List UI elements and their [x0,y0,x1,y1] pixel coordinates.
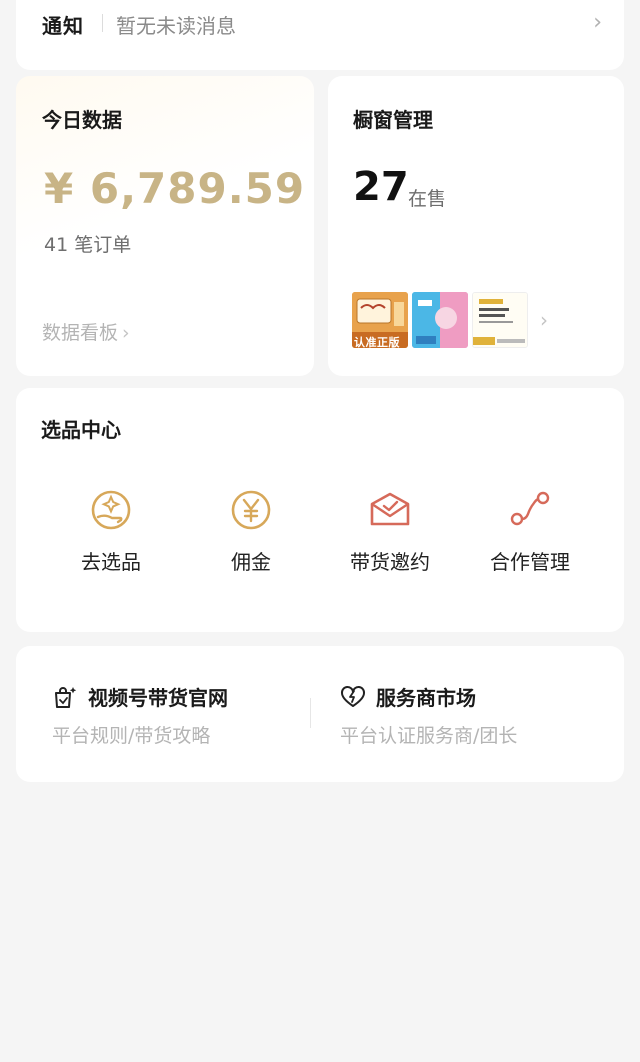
sales-invitation-label: 带货邀约 [350,550,430,574]
divider [102,14,103,32]
channels-sales-official-title: 视频号带货官网 [88,686,228,710]
channels-sales-official-subtitle: 平台规则/带货攻略 [52,725,211,747]
on-sale-label: 在售 [408,188,447,210]
product-thumbnail[interactable] [412,292,468,348]
select-products-button[interactable]: 去选品 [41,488,181,575]
commission-button[interactable]: 佣金 [181,488,321,575]
commission-label: 佣金 [231,550,271,574]
selection-center-card: 选品中心 去选品 佣金 带货邀约 合作管理 [16,388,624,632]
notification-title: 通知 [42,14,84,38]
shopping-bag-sparkle-icon [55,686,77,708]
showcase-title: 橱窗管理 [353,108,433,132]
select-products-label: 去选品 [81,550,141,574]
service-provider-market-title: 服务商市场 [376,686,476,710]
service-provider-market-subtitle: 平台认证服务商/团长 [340,725,518,747]
cooperation-management-button[interactable]: 合作管理 [460,488,600,575]
yen-circle-icon [231,490,271,530]
today-data-title: 今日数据 [42,108,122,132]
channels-sales-official-link[interactable]: 视频号带货官网 平台规则/带货攻略 [52,682,228,748]
heart-bolt-icon [341,685,365,707]
today-sales-amount: ¥ 6,789.59 [44,164,306,213]
selection-center-title: 选品中心 [41,418,121,442]
data-dashboard-label: 数据看板 [42,322,119,344]
on-sale-count: 27 [353,164,409,210]
data-dashboard-link[interactable]: 数据看板 › [42,318,130,345]
book-cover-image [412,292,468,348]
today-data-card[interactable]: 今日数据 ¥ 6,789.59 41 笔订单 数据看板 › [16,76,314,376]
product-thumbnail[interactable]: 认准正版 [352,292,408,348]
notification-bar[interactable]: 通知 暂无未读消息 › [16,0,624,70]
cooperation-management-label: 合作管理 [490,550,570,574]
book-badge-text: 认准正版 [354,336,400,348]
divider [310,698,311,728]
sales-invitation-button[interactable]: 带货邀约 [320,488,460,575]
envelope-check-icon [370,492,410,526]
hand-sparkle-icon [91,490,131,530]
product-thumbnail[interactable] [472,292,528,348]
book-cover-image [473,293,527,347]
showcase-management-card[interactable]: 橱窗管理 27 在售 认准正版 › [328,76,624,376]
chevron-right-icon: › [540,308,548,332]
connection-nodes-icon [510,491,550,526]
chevron-right-icon: › [593,10,602,35]
notification-message: 暂无未读消息 [116,14,236,38]
resource-links-card: 视频号带货官网 平台规则/带货攻略 服务商市场 平台认证服务商/团长 [16,646,624,782]
chevron-right-icon: › [122,322,130,344]
service-provider-market-link[interactable]: 服务商市场 平台认证服务商/团长 [340,682,517,748]
today-order-count: 41 笔订单 [44,234,132,256]
